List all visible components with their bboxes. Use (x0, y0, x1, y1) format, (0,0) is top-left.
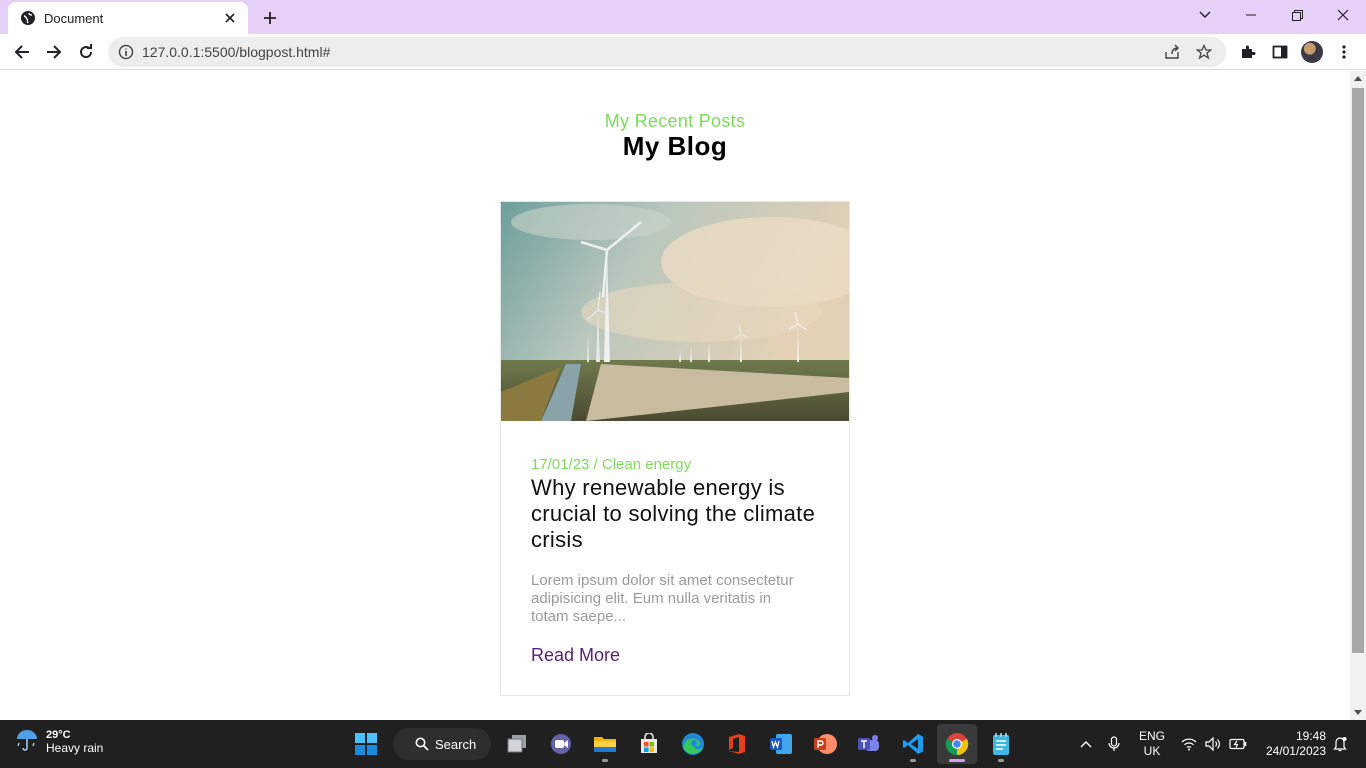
globe-icon (20, 10, 36, 26)
scrollbar-thumb[interactable] (1352, 88, 1364, 653)
wifi-icon[interactable] (1179, 720, 1199, 768)
vscode-icon[interactable] (893, 724, 933, 764)
teams-chat-icon[interactable] (541, 724, 581, 764)
start-button[interactable] (346, 724, 386, 764)
language-code: ENG (1138, 729, 1165, 743)
umbrella-rain-icon (14, 726, 40, 757)
bookmark-star-icon[interactable] (1194, 42, 1214, 62)
address-bar[interactable]: 127.0.0.1:5500/blogpost.html# (108, 37, 1226, 67)
new-tab-button[interactable] (258, 6, 282, 30)
active-indicator (949, 759, 965, 762)
profile-avatar[interactable] (1301, 41, 1323, 63)
running-indicator (998, 759, 1004, 762)
running-indicator (602, 759, 608, 762)
weather-condition: Heavy rain (46, 740, 104, 755)
forward-button[interactable] (40, 38, 68, 66)
reload-button[interactable] (72, 38, 100, 66)
page-scrollbar[interactable] (1350, 71, 1366, 720)
more-menu-icon[interactable] (1330, 38, 1358, 66)
extensions-puzzle-icon[interactable] (1234, 38, 1262, 66)
scroll-up-icon[interactable] (1354, 76, 1362, 81)
weather-widget[interactable]: 29°C Heavy rain (14, 726, 103, 757)
clock-date: 24/01/2023 (1265, 744, 1326, 758)
file-explorer-icon[interactable] (585, 724, 625, 764)
back-button[interactable] (8, 38, 36, 66)
battery-charging-icon[interactable] (1227, 720, 1249, 768)
chevron-up-icon[interactable] (1076, 720, 1096, 768)
word-icon[interactable] (761, 724, 801, 764)
task-view-icon[interactable] (497, 724, 537, 764)
edge-browser-icon[interactable] (673, 724, 713, 764)
search-label: Search (435, 736, 477, 752)
url-text[interactable]: 127.0.0.1:5500/blogpost.html# (142, 44, 1162, 60)
taskbar-clock[interactable]: 19:48 24/01/2023 (1256, 720, 1326, 768)
browser-tab-strip: Document (0, 0, 1366, 34)
post-meta: 17/01/23 / Clean energy (531, 456, 692, 473)
page-title: My Blog (622, 131, 728, 161)
minimize-button[interactable] (1228, 0, 1274, 30)
microphone-icon[interactable] (1104, 720, 1124, 768)
tab-search-icon[interactable] (1182, 0, 1228, 30)
share-icon[interactable] (1162, 42, 1182, 62)
microsoft-store-icon[interactable] (629, 724, 669, 764)
close-tab-icon[interactable] (222, 10, 238, 26)
wind-turbines-image (501, 202, 849, 421)
teams-icon[interactable] (849, 724, 889, 764)
chrome-icon[interactable] (937, 724, 977, 764)
page-viewport: My Recent Posts My Blog 17/01/23 / Clean… (0, 71, 1350, 720)
taskbar-search[interactable]: Search (393, 728, 491, 760)
running-indicator (910, 759, 916, 762)
powerpoint-icon[interactable] (805, 724, 845, 764)
weather-temperature: 29°C (46, 728, 71, 741)
scroll-down-icon[interactable] (1354, 710, 1362, 715)
site-info-icon[interactable] (118, 44, 134, 60)
keyboard-layout: UK (1143, 744, 1161, 758)
restore-button[interactable] (1274, 0, 1320, 30)
read-more-link[interactable]: Read More (531, 645, 620, 666)
close-window-button[interactable] (1320, 0, 1366, 30)
clock-time: 19:48 (1295, 729, 1326, 743)
post-title: Why renewable energy is crucial to solvi… (531, 475, 816, 552)
tab-title: Document (44, 10, 104, 26)
post-excerpt: Lorem ipsum dolor sit amet consectetur a… (531, 572, 794, 625)
language-indicator[interactable]: ENG UK (1134, 720, 1170, 768)
browser-tab[interactable]: Document (8, 2, 248, 34)
browser-toolbar: 127.0.0.1:5500/blogpost.html# (0, 34, 1366, 70)
volume-icon[interactable] (1203, 720, 1223, 768)
search-icon (415, 737, 429, 751)
notepad-icon[interactable] (981, 724, 1021, 764)
page-subtitle: My Recent Posts (604, 111, 746, 131)
notification-bell-icon[interactable] (1330, 720, 1350, 768)
windows-taskbar: 29°C Heavy rain Search ENG UK 19:48 24/0… (0, 720, 1366, 768)
office-icon[interactable] (717, 724, 757, 764)
blog-post-card: 17/01/23 / Clean energy Why renewable en… (500, 201, 850, 696)
side-panel-icon[interactable] (1266, 38, 1294, 66)
